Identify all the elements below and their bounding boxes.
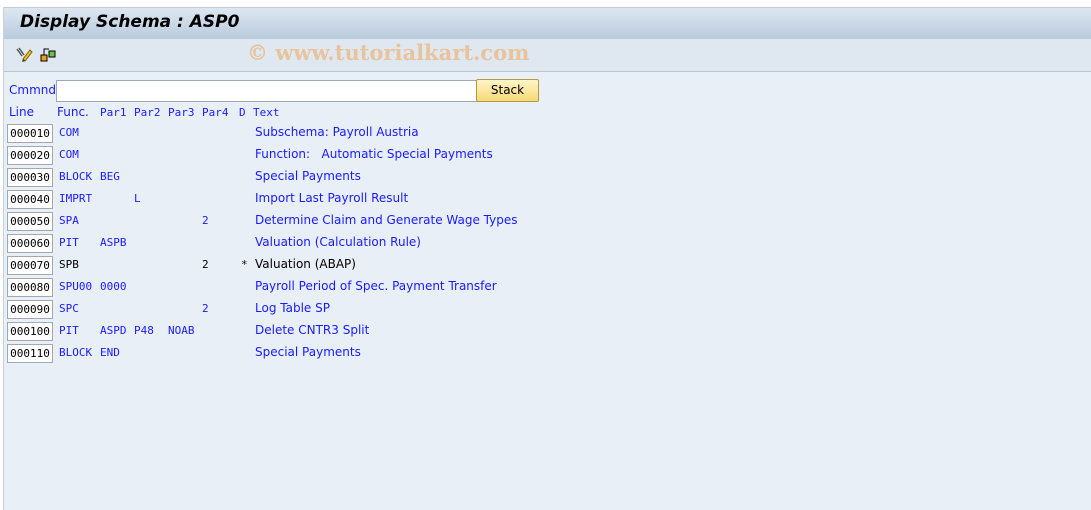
table-row: 000060 PIT ASPB Valuation (Calculation Rule… <box>4 234 604 254</box>
cell-text: Subschema: Payroll Austria <box>255 125 419 139</box>
line-number-field[interactable]: 000030 <box>7 168 53 187</box>
cell-func: SPA <box>59 214 79 227</box>
command-input[interactable] <box>56 80 478 102</box>
cell-par4: 2 <box>202 302 209 315</box>
cell-func: SPC <box>59 302 79 315</box>
header-par1: Par1 <box>100 106 127 119</box>
line-number-field[interactable]: 000040 <box>7 190 53 209</box>
cell-text: Special Payments <box>255 345 361 359</box>
cell-text: Payroll Period of Spec. Payment Transfer <box>255 279 497 293</box>
command-label: Cmmnd <box>9 83 56 97</box>
table-row: 000100 PIT ASPD P48 NOAB Delete CNTR3 Split <box>4 322 604 342</box>
cell-text: Valuation (Calculation Rule) <box>255 235 421 249</box>
header-par2: Par2 <box>134 106 161 119</box>
cell-func: BLOCK <box>59 346 93 359</box>
line-number-field[interactable]: 000020 <box>7 146 53 165</box>
application-toolbar: © www.tutorialkart.com <box>4 39 1091 72</box>
cell-text: Determine Claim and Generate Wage Types <box>255 213 518 227</box>
table-row: 000080 SPU00 0000 Payroll Period of Spec. P… <box>4 278 604 298</box>
table-row: 000070 SPB 2 * Valuation (ABAP) <box>4 256 604 276</box>
cell-d: * <box>241 258 248 271</box>
cell-func: IMPRT <box>59 192 93 205</box>
line-number-field[interactable]: 000090 <box>7 300 53 319</box>
line-number-field[interactable]: 000070 <box>7 256 53 275</box>
watermark: © www.tutorialkart.com <box>247 40 530 65</box>
cell-text: Function: Automatic Special Payments <box>255 147 493 161</box>
table-row: 000090 SPC 2 Log Table SP <box>4 300 604 320</box>
cell-par1: 0000 <box>100 280 127 293</box>
cell-text: Valuation (ABAP) <box>255 257 356 271</box>
table-row: 000020 COM Function: Automatic Special Pay… <box>4 146 604 166</box>
cell-par1: ASPD <box>100 324 127 337</box>
cell-text: Import Last Payroll Result <box>255 191 409 205</box>
display-change-icon[interactable] <box>15 45 33 63</box>
cell-func: COM <box>59 148 79 161</box>
cell-par4: 2 <box>202 214 209 227</box>
cell-par3: NOAB <box>168 324 195 337</box>
cell-func: SPU00 <box>59 280 93 293</box>
line-number-field[interactable]: 000110 <box>7 344 53 363</box>
cell-func: PIT <box>59 324 79 337</box>
header-par3: Par3 <box>168 106 195 119</box>
cell-func: COM <box>59 126 79 139</box>
other-object-icon[interactable] <box>39 45 57 63</box>
cell-par4: 2 <box>202 258 209 271</box>
table-row: 000040 IMPRT L Import Last Payroll Result <box>4 190 604 210</box>
cell-text: Log Table SP <box>255 301 330 315</box>
header-par4: Par4 <box>202 106 229 119</box>
cell-func: SPB <box>59 258 79 271</box>
header-func: Func. <box>57 105 89 119</box>
cell-func: BLOCK <box>59 170 93 183</box>
header-d: D <box>239 106 246 119</box>
line-number-field[interactable]: 000050 <box>7 212 53 231</box>
table-row: 000030 BLOCK BEG Special Payments <box>4 168 604 188</box>
stack-button[interactable]: Stack <box>476 79 539 102</box>
cell-par1: END <box>100 346 120 359</box>
cell-text: Special Payments <box>255 169 361 183</box>
cell-func: PIT <box>59 236 79 249</box>
page-title: Display Schema : ASP0 <box>20 12 240 32</box>
sap-window: Display Schema : ASP0 © www.tutorialkart… <box>3 7 1091 510</box>
cell-par2: L <box>134 192 141 205</box>
cell-text: Delete CNTR3 Split <box>255 323 370 337</box>
cell-par1: ASPB <box>100 236 127 249</box>
table-row: 000010 COM Subschema: Payroll Austria <box>4 124 604 144</box>
title-bar: Display Schema : ASP0 <box>4 7 1091 39</box>
cell-par1: BEG <box>100 170 120 183</box>
line-number-field[interactable]: 000010 <box>7 124 53 143</box>
header-line: Line <box>9 105 35 119</box>
line-number-field[interactable]: 000100 <box>7 322 53 341</box>
cell-par2: P48 <box>134 324 154 337</box>
header-text: Text <box>253 106 280 119</box>
table-row: 000110 BLOCK END Special Payments <box>4 344 604 364</box>
table-row: 000050 SPA 2 Determine Claim and Generate W… <box>4 212 604 232</box>
line-number-field[interactable]: 000080 <box>7 278 53 297</box>
line-number-field[interactable]: 000060 <box>7 234 53 253</box>
